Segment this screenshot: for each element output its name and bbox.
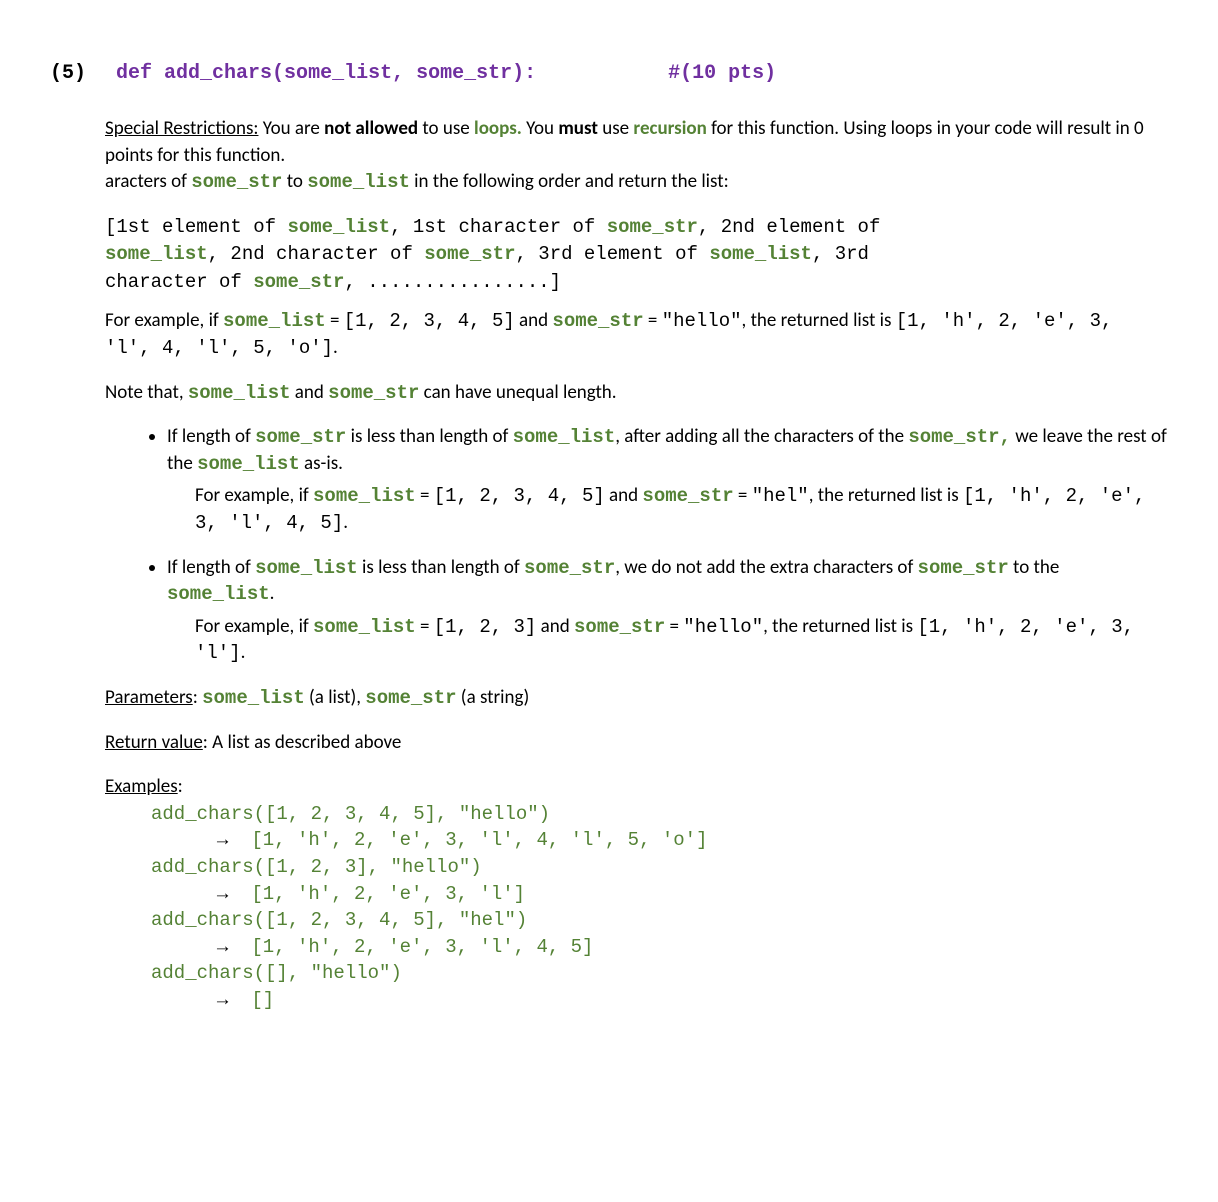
examples-section: Examples: add_chars([1, 2, 3, 4, 5], "he… xyxy=(105,774,1168,1013)
main-example: For example, if some_list = [1, 2, 3, 4,… xyxy=(105,308,1168,361)
function-signature: def add_chars(some_list, some_str): xyxy=(116,62,536,85)
examples-label: Examples xyxy=(105,775,178,798)
question-number: (5) xyxy=(50,62,86,85)
bullet-list: If length of some_str is less than lengt… xyxy=(105,424,1168,667)
example-result: → [1, 'h', 2, 'e', 3, 'l', 4, 5] xyxy=(213,934,1168,961)
example-call: add_chars([1, 2, 3], "hello") xyxy=(151,854,1168,881)
example-result: → [1, 'h', 2, 'e', 3, 'l', 4, 'l', 5, 'o… xyxy=(213,827,1168,854)
example-result-value: [1, 'h', 2, 'e', 3, 'l'] xyxy=(240,883,525,905)
bullet-item-str-shorter: If length of some_str is less than lengt… xyxy=(167,424,1168,536)
example-call: add_chars([], "hello") xyxy=(151,960,1168,987)
arrow-icon: → xyxy=(213,883,232,904)
interleave-pattern: [1st element of some_list, 1st character… xyxy=(105,214,1168,297)
question-heading: (5) def add_chars(some_list, some_str): … xyxy=(50,60,1168,88)
example-result-value: [1, 'h', 2, 'e', 3, 'l', 4, 5] xyxy=(240,936,593,958)
example-result: → [1, 'h', 2, 'e', 3, 'l'] xyxy=(213,881,1168,908)
points-label: #(10 pts) xyxy=(668,62,776,85)
return-value-label: Return value xyxy=(105,731,203,754)
example-result-value: [1, 'h', 2, 'e', 3, 'l', 4, 'l', 5, 'o'] xyxy=(240,829,707,851)
bullet-item-list-shorter: If length of some_list is less than leng… xyxy=(167,555,1168,667)
parameters-section: Parameters: some_list (a list), some_str… xyxy=(105,685,1168,712)
arrow-icon: → xyxy=(213,989,232,1010)
parameters-label: Parameters xyxy=(105,686,193,709)
return-value-section: Return value: A list as described above xyxy=(105,730,1168,757)
example-result: → [] xyxy=(213,987,1168,1014)
restrictions-label: Special Restrictions: xyxy=(105,117,258,140)
note-unequal-length: Note that, some_list and some_str can ha… xyxy=(105,380,1168,407)
example-call: add_chars([1, 2, 3, 4, 5], "hello") xyxy=(151,801,1168,828)
restrictions-paragraph: Special Restrictions: You are not allowe… xyxy=(105,116,1168,196)
arrow-icon: → xyxy=(213,829,232,850)
example-result-value: [] xyxy=(240,989,274,1011)
question-body: Special Restrictions: You are not allowe… xyxy=(105,116,1168,1013)
arrow-icon: → xyxy=(213,936,232,957)
example-call: add_chars([1, 2, 3, 4, 5], "hel") xyxy=(151,907,1168,934)
